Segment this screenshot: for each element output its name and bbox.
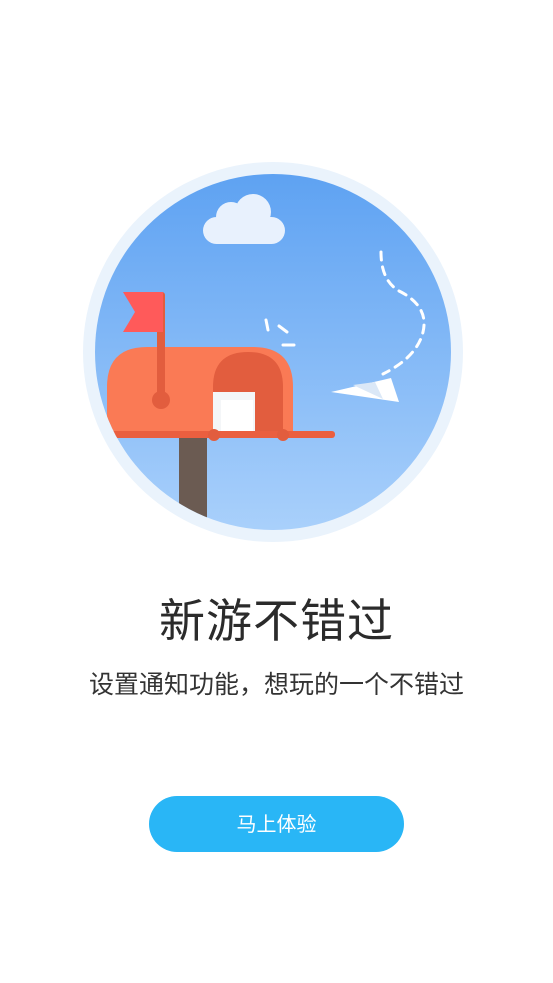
hero-illustration (83, 162, 463, 542)
page-title: 新游不错过 (159, 594, 394, 648)
onboarding-page: 新游不错过 设置通知功能，想玩的一个不错过 马上体验 (0, 0, 553, 983)
try-now-button[interactable]: 马上体验 (149, 796, 404, 852)
mailbox-illustration (83, 162, 463, 542)
page-subtitle: 设置通知功能，想玩的一个不错过 (88, 670, 464, 699)
